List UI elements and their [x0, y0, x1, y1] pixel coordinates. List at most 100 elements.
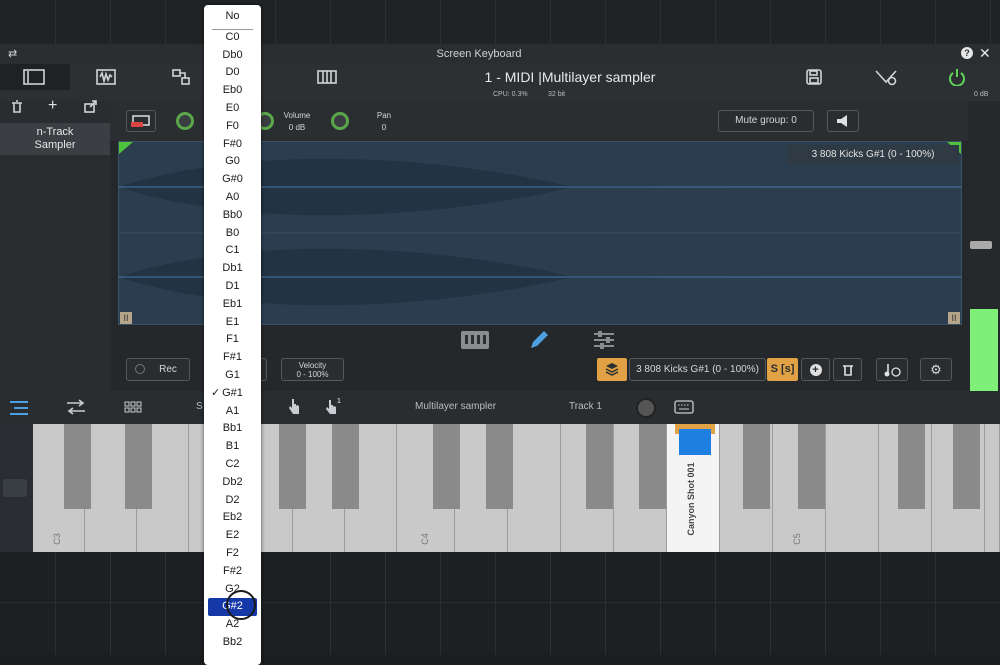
- sample-name-label: 3 808 Kicks G#1 (0 - 100%): [787, 145, 959, 165]
- velocity-button[interactable]: Velocity 0 - 100%: [281, 358, 344, 381]
- dropdown-item[interactable]: Eb1: [204, 296, 261, 314]
- dropdown-item[interactable]: F2: [204, 545, 261, 563]
- dropdown-item[interactable]: C0: [204, 29, 261, 47]
- dropdown-item[interactable]: A1: [204, 403, 261, 421]
- keyboard-view-icon[interactable]: [460, 330, 490, 350]
- dropdown-item[interactable]: A0: [204, 189, 261, 207]
- black-key[interactable]: [586, 424, 613, 509]
- solo-layer-button[interactable]: S [s]: [767, 358, 798, 381]
- black-key[interactable]: [953, 424, 980, 509]
- note-timer-button[interactable]: [876, 358, 908, 381]
- fx-routing-icon[interactable]: [874, 68, 898, 86]
- add-layer-button[interactable]: +: [801, 358, 830, 381]
- loop-icon: [131, 115, 150, 127]
- white-key[interactable]: [985, 424, 1000, 552]
- pencil-icon[interactable]: [528, 329, 550, 351]
- black-key[interactable]: [279, 424, 306, 509]
- dropdown-item[interactable]: Eb2: [204, 509, 261, 527]
- attack-knob[interactable]: [176, 112, 194, 130]
- dropdown-item[interactable]: D0: [204, 64, 261, 82]
- dropdown-item[interactable]: F#2: [204, 563, 261, 581]
- layers-button[interactable]: [597, 358, 627, 381]
- dropdown-item[interactable]: F#1: [204, 349, 261, 367]
- dropdown-item[interactable]: Db0: [204, 47, 261, 65]
- trash-icon[interactable]: [11, 100, 23, 114]
- add-icon[interactable]: +: [48, 97, 57, 115]
- dropdown-item[interactable]: Bb2: [204, 634, 261, 652]
- start-marker-handle[interactable]: II: [120, 312, 132, 324]
- volume-knob[interactable]: [331, 112, 349, 130]
- dropdown-item[interactable]: D2: [204, 492, 261, 510]
- black-key[interactable]: [798, 424, 825, 509]
- dropdown-item[interactable]: Db1: [204, 260, 261, 278]
- dropdown-item[interactable]: F#0: [204, 136, 261, 154]
- dropdown-item[interactable]: G#0: [204, 171, 261, 189]
- dropdown-item[interactable]: A2: [204, 616, 261, 634]
- white-key[interactable]: [826, 424, 879, 552]
- keyboard-scroll-handle[interactable]: [3, 479, 27, 497]
- save-icon[interactable]: [806, 69, 822, 85]
- swap-arrows-icon[interactable]: [66, 399, 86, 415]
- sliders-icon[interactable]: [593, 330, 615, 350]
- touch-icon[interactable]: [287, 397, 301, 415]
- dropdown-item[interactable]: G1: [204, 367, 261, 385]
- routing-icon[interactable]: [172, 69, 190, 85]
- dropdown-item[interactable]: F0: [204, 118, 261, 136]
- black-key[interactable]: [64, 424, 91, 509]
- octave-label-c3: C3: [51, 533, 62, 545]
- instrument-item-sampler[interactable]: n-Track Sampler: [0, 123, 110, 155]
- dropdown-item[interactable]: Eb0: [204, 82, 261, 100]
- piano-icon[interactable]: [317, 70, 337, 84]
- dropdown-item[interactable]: E1: [204, 314, 261, 332]
- hidden-button[interactable]: [261, 358, 267, 381]
- black-key[interactable]: [332, 424, 359, 509]
- single-touch-icon[interactable]: 1: [324, 397, 342, 415]
- track-area-bottom: [0, 552, 1000, 655]
- help-icon[interactable]: ?: [961, 47, 973, 59]
- dropdown-item[interactable]: Db2: [204, 474, 261, 492]
- piano-keyboard[interactable]: C3 C4 C5 Canyon Shot 001: [33, 424, 1000, 552]
- black-key[interactable]: [433, 424, 460, 509]
- panel-toggle-icon[interactable]: [23, 69, 45, 85]
- plugin-toolbar: 1 - MIDI |Multilayer sampler: [0, 64, 1000, 90]
- end-marker-handle[interactable]: II: [948, 312, 960, 324]
- dropdown-item[interactable]: C2: [204, 456, 261, 474]
- dropdown-item[interactable]: E2: [204, 527, 261, 545]
- power-icon[interactable]: [948, 68, 966, 86]
- computer-keyboard-icon[interactable]: [674, 400, 694, 414]
- white-key[interactable]: [508, 424, 561, 552]
- delete-layer-button[interactable]: [833, 358, 862, 381]
- dropdown-item[interactable]: D1: [204, 278, 261, 296]
- black-key[interactable]: [125, 424, 152, 509]
- black-key[interactable]: [486, 424, 513, 509]
- waveform-view-icon[interactable]: [96, 69, 116, 85]
- close-icon[interactable]: ✕: [979, 45, 991, 62]
- dropdown-item[interactable]: Bb1: [204, 420, 261, 438]
- dropdown-item[interactable]: B1: [204, 438, 261, 456]
- mute-group-button[interactable]: Mute group: 0: [718, 110, 814, 132]
- black-key[interactable]: [639, 424, 666, 509]
- dropdown-item[interactable]: Bb0: [204, 207, 261, 225]
- black-key[interactable]: [898, 424, 925, 509]
- dropdown-item[interactable]: C1: [204, 242, 261, 260]
- partial-label: S: [196, 401, 203, 412]
- rec-button[interactable]: Rec: [126, 358, 190, 381]
- keyboard-volume-knob[interactable]: [636, 398, 656, 418]
- megaphone-button[interactable]: [827, 110, 859, 132]
- volume-value: 0 dB: [288, 123, 306, 132]
- loop-button[interactable]: [126, 110, 156, 132]
- settings-button[interactable]: ⚙: [920, 358, 952, 381]
- dropdown-item[interactable]: G0: [204, 153, 261, 171]
- volume-fader-handle[interactable]: [970, 241, 992, 249]
- dropdown-item[interactable]: No: [204, 8, 261, 26]
- dropdown-divider: [212, 29, 253, 30]
- grid-icon[interactable]: [124, 401, 142, 413]
- dropdown-item[interactable]: F1: [204, 331, 261, 349]
- layer-select[interactable]: 3 808 Kicks G#1 (0 - 100%): [629, 358, 766, 381]
- export-icon[interactable]: [84, 100, 98, 113]
- dropdown-item[interactable]: B0: [204, 225, 261, 243]
- root-note-dropdown[interactable]: No C0 Db0 D0 Eb0 E0 F0 F#0 G0 G#0 A0 Bb0 B0 C1 Db1 D1 Eb…: [204, 5, 261, 665]
- black-key[interactable]: [743, 424, 770, 509]
- menu-icon[interactable]: [9, 399, 29, 417]
- dropdown-item[interactable]: E0: [204, 100, 261, 118]
